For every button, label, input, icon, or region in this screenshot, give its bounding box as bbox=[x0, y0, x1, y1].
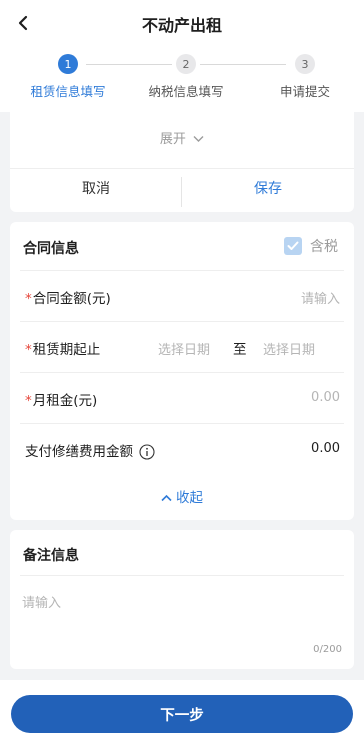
char-counter: 0/200 bbox=[313, 644, 342, 655]
contract-amount-row[interactable]: *合同金额(元) 请输入 bbox=[20, 270, 344, 321]
tax-inclusive-checkbox[interactable]: 含税 bbox=[284, 236, 338, 256]
required-mark: * bbox=[25, 393, 32, 409]
section-title: 备注信息 bbox=[23, 548, 79, 564]
field-label: *租赁期起止 bbox=[25, 338, 100, 358]
step-1: 1 租赁信息填写 bbox=[13, 52, 123, 100]
top-card: 展开 取消 保存 bbox=[10, 112, 354, 212]
contract-amount-label: 合同金额(元) bbox=[32, 291, 111, 307]
notes-card: 备注信息 0/200 bbox=[10, 530, 354, 669]
field-label: *合同金额(元) bbox=[25, 287, 111, 307]
monthly-rent-row[interactable]: *月租金(元) 0.00 bbox=[20, 372, 344, 423]
monthly-rent-label: 月租金(元) bbox=[32, 393, 98, 409]
cancel-button[interactable]: 取消 bbox=[10, 169, 182, 213]
repair-fee-row[interactable]: 支付修缮费用金额 0.00 bbox=[20, 423, 344, 474]
contract-amount-input[interactable]: 请输入 bbox=[301, 288, 340, 307]
step-number: 2 bbox=[176, 54, 196, 74]
contract-info-card: 合同信息 含税 *合同金额(元) 请输入 *租赁期起止 选择日期 至 选择日期 … bbox=[10, 222, 354, 520]
field-label: *月租金(元) bbox=[25, 389, 97, 409]
header: 不动产出租 1 租赁信息填写 2 纳税信息填写 3 申请提交 bbox=[0, 0, 364, 112]
step-2: 2 纳税信息填写 bbox=[131, 52, 241, 100]
required-mark: * bbox=[25, 342, 32, 358]
chevron-up-icon bbox=[161, 490, 172, 506]
step-label: 租赁信息填写 bbox=[30, 84, 106, 99]
step-number: 1 bbox=[58, 54, 78, 74]
collapse-label: 收起 bbox=[176, 490, 203, 506]
expand-toggle[interactable]: 展开 bbox=[10, 128, 354, 147]
notes-input[interactable] bbox=[22, 592, 342, 642]
checkmark-icon bbox=[284, 237, 302, 255]
lease-period-label: 租赁期起止 bbox=[32, 342, 101, 358]
collapse-toggle[interactable]: 收起 bbox=[10, 486, 354, 506]
action-bar: 取消 保存 bbox=[10, 168, 354, 212]
next-step-button[interactable]: 下一步 bbox=[11, 695, 353, 733]
required-mark: * bbox=[25, 291, 32, 307]
step-number: 3 bbox=[295, 54, 315, 74]
repair-fee-label: 支付修缮费用金额 bbox=[25, 444, 133, 460]
stepper: 1 租赁信息填写 2 纳税信息填写 3 申请提交 bbox=[0, 52, 364, 102]
expand-label: 展开 bbox=[159, 132, 186, 147]
footer: 下一步 bbox=[0, 680, 364, 744]
field-label: 支付修缮费用金额 bbox=[25, 440, 155, 460]
monthly-rent-value[interactable]: 0.00 bbox=[311, 390, 340, 405]
step-label: 纳税信息填写 bbox=[148, 84, 224, 99]
lease-period-row: *租赁期起止 选择日期 至 选择日期 bbox=[20, 321, 344, 372]
start-date-picker[interactable]: 选择日期 bbox=[158, 339, 210, 358]
tax-label: 含税 bbox=[310, 239, 338, 255]
step-label: 申请提交 bbox=[279, 84, 330, 99]
save-button[interactable]: 保存 bbox=[182, 169, 354, 213]
step-3: 3 申请提交 bbox=[250, 52, 360, 100]
end-date-picker[interactable]: 选择日期 bbox=[263, 339, 315, 358]
repair-fee-value[interactable]: 0.00 bbox=[311, 441, 340, 456]
date-range-separator: 至 bbox=[233, 342, 247, 358]
info-icon[interactable] bbox=[139, 444, 155, 460]
chevron-down-icon bbox=[193, 132, 204, 147]
page-title: 不动产出租 bbox=[141, 16, 222, 35]
divider bbox=[20, 575, 344, 576]
section-title: 合同信息 bbox=[23, 241, 79, 257]
